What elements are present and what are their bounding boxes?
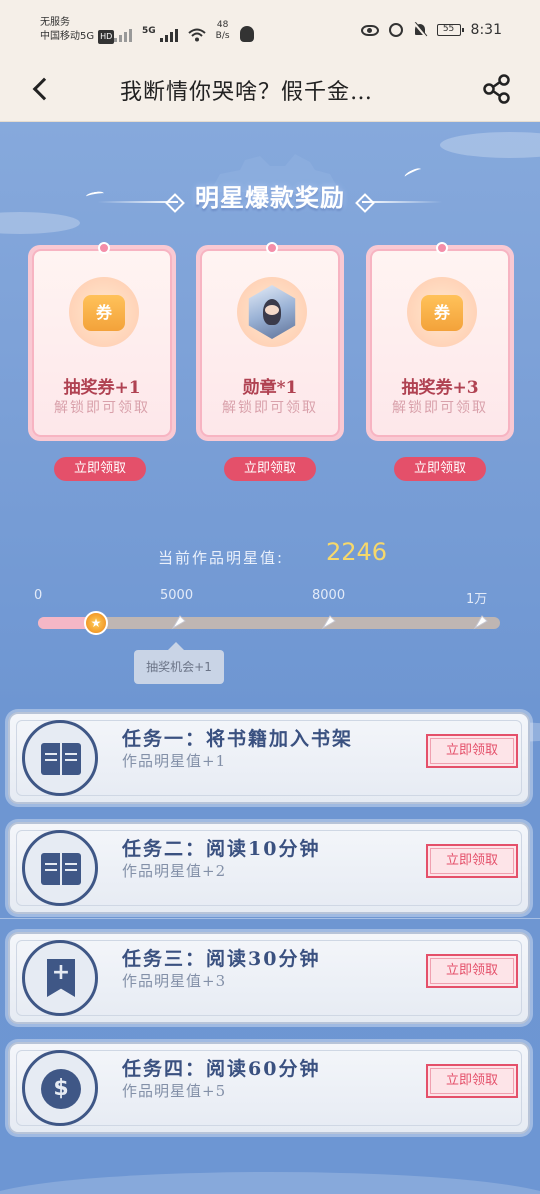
cloud-decoration: [440, 132, 540, 158]
main-content: 明星爆款奖励 券 抽奖券+1 解锁即可领取 立即领取 勋章*1 解锁即可领取 立…: [0, 122, 540, 1194]
milestone-marker-icon: [321, 615, 336, 630]
book-icon: [41, 743, 81, 775]
task-title: 任务二：阅读10分钟: [122, 838, 321, 860]
claim-task-button[interactable]: 立即领取: [426, 734, 518, 768]
task-icon: $: [22, 1050, 98, 1126]
back-button[interactable]: [28, 72, 58, 108]
section-header: 明星爆款奖励: [0, 178, 540, 213]
task-title: 任务四：阅读60分钟: [122, 1058, 321, 1080]
status-bar: 无服务 中国移动5G HD 5G 48 B/s 55 8:31: [0, 0, 540, 58]
task-card: + 任务三：阅读30分钟 作品明星值+3 立即领取: [8, 932, 530, 1024]
star-value: 2246: [326, 538, 388, 566]
section-title: 明星爆款奖励: [195, 184, 345, 212]
milestone-tooltip: 抽奖机会+1: [134, 642, 224, 684]
card-tab-decoration: [98, 242, 110, 254]
task-title: 任务一：将书籍加入书架: [122, 728, 354, 750]
reward-card: 券 抽奖券+1 解锁即可领取: [28, 242, 176, 441]
nav-bar: 我断情你哭啥？假千金…: [0, 58, 540, 122]
reward-hint: 解锁即可领取: [54, 400, 150, 416]
claim-reward-button[interactable]: 立即领取: [224, 457, 316, 481]
wifi-icon: [187, 28, 206, 42]
card-tab-decoration: [266, 242, 278, 254]
claim-task-button[interactable]: 立即领取: [426, 954, 518, 988]
ticket-icon: 券: [83, 295, 125, 331]
share-icon: [483, 74, 510, 104]
system-indicators: 55 8:31: [360, 22, 502, 38]
signal-2-icon: 5G: [142, 26, 178, 42]
task-card: 任务一：将书籍加入书架 作品明星值+1 立即领取: [8, 712, 530, 804]
divider: [0, 918, 540, 919]
task-icon: [22, 720, 98, 796]
signal-1-icon: [114, 26, 132, 42]
mute-icon: [413, 23, 427, 37]
qq-icon: [239, 26, 254, 42]
service-text: 无服务: [40, 17, 70, 28]
clock: 8:31: [470, 22, 502, 38]
progress-tick-label: 0: [34, 588, 43, 603]
reward-hint: 解锁即可领取: [392, 400, 488, 416]
battery-icon: 55: [436, 24, 464, 36]
star-progress-knob-icon: ★: [84, 611, 108, 635]
carrier-info: 无服务 中国移动5G HD: [40, 16, 115, 44]
claim-reward-button[interactable]: 立即领取: [394, 457, 486, 481]
reward-icon: 券: [407, 277, 477, 347]
reward-hint: 解锁即可领取: [222, 400, 318, 416]
task-icon: [22, 830, 98, 906]
task-reward: 作品明星值+2: [122, 862, 227, 880]
speed-value: 48: [216, 20, 229, 30]
task-reward: 作品明星值+1: [122, 752, 227, 770]
claim-reward-button[interactable]: 立即领取: [54, 457, 146, 481]
speed-unit: B/s: [215, 31, 230, 41]
reward-name: 抽奖券+1: [63, 378, 141, 398]
reward-card: 勋章*1 解锁即可领取: [196, 242, 344, 441]
chevron-left-icon: [32, 77, 56, 101]
task-reward: 作品明星值+5: [122, 1082, 227, 1100]
share-button[interactable]: [480, 72, 514, 106]
diamond-decoration-right: [362, 200, 443, 203]
progress-tick-label: 8000: [312, 588, 346, 603]
star-value-label: 当前作品明星值:: [158, 549, 285, 567]
task-icon: +: [22, 940, 98, 1016]
network-speed: 48 B/s: [216, 20, 230, 42]
diamond-decoration-left: [97, 200, 178, 203]
page-title: 我断情你哭啥？假千金…: [120, 80, 374, 105]
ticket-icon: 券: [421, 295, 463, 331]
alarm-icon: [388, 23, 403, 37]
eye-icon: [360, 24, 379, 36]
progress-tick-label: 5000: [160, 588, 194, 603]
task-title: 任务三：阅读30分钟: [122, 948, 321, 970]
book-icon: [41, 853, 81, 885]
reward-icon: [237, 277, 307, 347]
task-reward: 作品明星值+3: [122, 972, 227, 990]
task-card: 任务二：阅读10分钟 作品明星值+2 立即领取: [8, 822, 530, 914]
medal-icon: [248, 285, 296, 339]
signal-indicators: 5G 48 B/s: [114, 20, 254, 42]
claim-task-button[interactable]: 立即领取: [426, 1064, 518, 1098]
cloud-decoration: [0, 212, 80, 234]
carrier-text: 中国移动5G: [40, 31, 95, 42]
coin-icon: $: [41, 1069, 81, 1109]
reward-name: 抽奖券+3: [401, 378, 479, 398]
reward-card: 券 抽奖券+3 解锁即可领取: [366, 242, 514, 441]
bookmark-plus-icon: +: [47, 959, 75, 997]
net-5g-label: 5G: [142, 26, 156, 36]
hd-badge: HD: [98, 30, 115, 44]
reward-name: 勋章*1: [242, 378, 298, 398]
task-card: $ 任务四：阅读60分钟 作品明星值+5 立即领取: [8, 1042, 530, 1134]
cloud-decoration: [0, 1172, 540, 1194]
card-tab-decoration: [436, 242, 448, 254]
claim-task-button[interactable]: 立即领取: [426, 844, 518, 878]
milestone-marker-icon: [473, 615, 488, 630]
reward-icon: 券: [69, 277, 139, 347]
milestone-marker-icon: [171, 615, 186, 630]
progress-tick-label: 1万: [466, 592, 488, 607]
